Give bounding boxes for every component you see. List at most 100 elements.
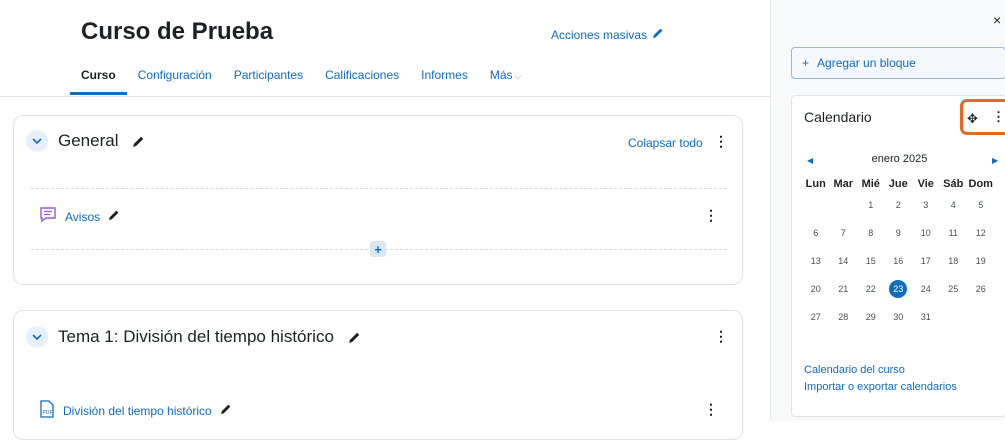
calendar-day[interactable]: 16	[885, 247, 913, 275]
weekday-label: Dom	[968, 178, 993, 190]
calendar-day[interactable]: 17	[912, 247, 940, 275]
calendar-day[interactable]: 7	[830, 219, 858, 247]
block-drawer: × + Agregar un bloque Calendario ✥ ⋮ ◀ e…	[770, 0, 1005, 421]
pdf-icon: PDF	[39, 400, 55, 421]
calendar-empty-cell	[830, 191, 858, 219]
tab-informes[interactable]: Informes	[410, 62, 479, 92]
weekday-row: Lun Mar Mié Jue Vie Sáb Dom	[802, 177, 995, 191]
activity-menu-kebab-icon[interactable]: ⋮	[704, 402, 718, 416]
forum-icon	[39, 207, 57, 226]
calendar-title: Calendario	[804, 109, 872, 125]
calendar-day[interactable]: 5	[967, 191, 995, 219]
weekday-label: Mar	[833, 178, 854, 190]
tab-participantes[interactable]: Participantes	[223, 62, 314, 92]
block-menu-kebab-icon[interactable]: ⋮	[992, 109, 1005, 125]
activity-label: División del tiempo histórico	[63, 403, 212, 418]
month-navigation: ◀ enero 2025 ▶	[792, 153, 1005, 167]
calendar-day[interactable]: 12	[967, 219, 995, 247]
calendar-block: Calendario ✥ ⋮ ◀ enero 2025 ▶ Lun Mar Mié J…	[791, 95, 1005, 417]
calendar-empty-cell	[802, 191, 830, 219]
calendar-day[interactable]: 19	[967, 247, 995, 275]
chevron-down-icon	[32, 138, 42, 144]
calendar-day[interactable]: 30	[885, 303, 913, 331]
tab-calificaciones[interactable]: Calificaciones	[314, 62, 410, 92]
calendar-grid: Lun Mar Mié Jue Vie Sáb Dom 1 2 3 4 5 6 7 8 9 10 11 12 13 1…	[802, 177, 995, 331]
course-nav: Curso Configuración Participantes Califi…	[70, 62, 532, 98]
import-export-calendars-link[interactable]: Importar o exportar calendarios	[804, 381, 957, 393]
calendar-week: 12345	[802, 191, 995, 219]
calendar-week: 13 14 15 16 17 18 19	[802, 247, 995, 275]
bulk-actions-label: Acciones masivas	[551, 27, 648, 42]
pencil-icon	[652, 27, 664, 42]
calendar-day[interactable]: 1	[857, 191, 885, 219]
next-month-icon[interactable]: ▶	[992, 156, 998, 165]
pencil-icon[interactable]	[348, 331, 361, 344]
tab-curso[interactable]: Curso	[70, 62, 127, 95]
tab-mas[interactable]: Más ⌵	[479, 62, 533, 92]
bulk-actions-link[interactable]: Acciones masivas	[551, 27, 664, 42]
section-collapse-button[interactable]	[26, 130, 48, 152]
weekday-label: Jue	[888, 178, 908, 190]
activity-avisos[interactable]: Avisos	[39, 207, 120, 226]
tab-mas-label: Más	[489, 68, 513, 82]
weekday-label: Sáb	[943, 178, 964, 190]
svg-text:PDF: PDF	[43, 410, 53, 416]
calendar-day[interactable]: 13	[802, 247, 830, 275]
calendar-day[interactable]: 20	[802, 275, 830, 303]
calendar-week: 27 28 29 30 31	[802, 303, 995, 331]
calendar-day[interactable]: 31	[912, 303, 940, 331]
calendar-month: enero 2025	[871, 153, 928, 165]
weekday-label: Lun	[805, 178, 826, 190]
activity-label: Avisos	[65, 209, 101, 224]
weekday-label: Mié	[861, 178, 880, 190]
plus-icon: +	[802, 56, 810, 70]
today-marker: 23	[889, 280, 908, 298]
calendar-day[interactable]: 11	[940, 219, 968, 247]
chevron-down-icon: ⌵	[514, 71, 522, 81]
weekday-label: Vie	[917, 178, 934, 190]
close-icon[interactable]: ×	[993, 12, 1001, 28]
section-title: General	[58, 131, 119, 150]
calendar-day[interactable]: 24	[912, 275, 940, 303]
collapse-all-link[interactable]: Colapsar todo	[628, 136, 703, 150]
activity-division-tiempo[interactable]: PDF División del tiempo histórico	[39, 400, 232, 421]
move-icon[interactable]: ✥	[967, 111, 978, 127]
calendar-day[interactable]: 4	[940, 191, 968, 219]
add-activity-button[interactable]: +	[370, 241, 386, 257]
pencil-icon[interactable]	[220, 403, 232, 418]
calendar-day[interactable]: 15	[857, 247, 885, 275]
calendar-day[interactable]: 2	[885, 191, 913, 219]
calendar-day[interactable]: 9	[885, 219, 913, 247]
calendar-day[interactable]: 22	[857, 275, 885, 303]
section-menu-kebab-icon[interactable]: ⋮	[714, 329, 728, 343]
calendar-day[interactable]: 27	[802, 303, 830, 331]
calendar-empty-cell	[967, 303, 995, 331]
calendar-day[interactable]: 18	[940, 247, 968, 275]
section-collapse-button[interactable]	[26, 326, 48, 348]
calendar-day[interactable]: 25	[940, 275, 968, 303]
section-menu-kebab-icon[interactable]: ⋮	[714, 134, 728, 148]
calendar-day[interactable]: 14	[830, 247, 858, 275]
course-calendar-link[interactable]: Calendario del curso	[804, 364, 905, 376]
calendar-day[interactable]: 29	[857, 303, 885, 331]
add-block-button[interactable]: + Agregar un bloque	[791, 47, 1005, 79]
calendar-day[interactable]: 21	[830, 275, 858, 303]
calendar-day[interactable]: 10	[912, 219, 940, 247]
calendar-empty-cell	[940, 303, 968, 331]
calendar-day[interactable]: 8	[857, 219, 885, 247]
calendar-week: 20 21 22 23 24 25 26	[802, 275, 995, 303]
calendar-day[interactable]: 23	[885, 275, 913, 303]
pencil-icon[interactable]	[108, 209, 120, 224]
tab-configuracion[interactable]: Configuración	[127, 62, 223, 92]
section-general: General Colapsar todo ⋮ Avisos ⋮ +	[13, 115, 743, 285]
section-divider	[31, 188, 727, 189]
activity-menu-kebab-icon[interactable]: ⋮	[704, 208, 718, 222]
section-header: Tema 1: División del tiempo histórico	[26, 326, 361, 348]
calendar-day[interactable]: 6	[802, 219, 830, 247]
pencil-icon[interactable]	[132, 135, 145, 148]
calendar-days: 1 2 3 4 5 6 7 8 9 10 11 12 13 14 15 16 17 18 19 20 21 22 23 24 2…	[802, 191, 995, 331]
calendar-day[interactable]: 28	[830, 303, 858, 331]
calendar-day[interactable]: 26	[967, 275, 995, 303]
nav-divider	[0, 96, 770, 97]
calendar-day[interactable]: 3	[912, 191, 940, 219]
